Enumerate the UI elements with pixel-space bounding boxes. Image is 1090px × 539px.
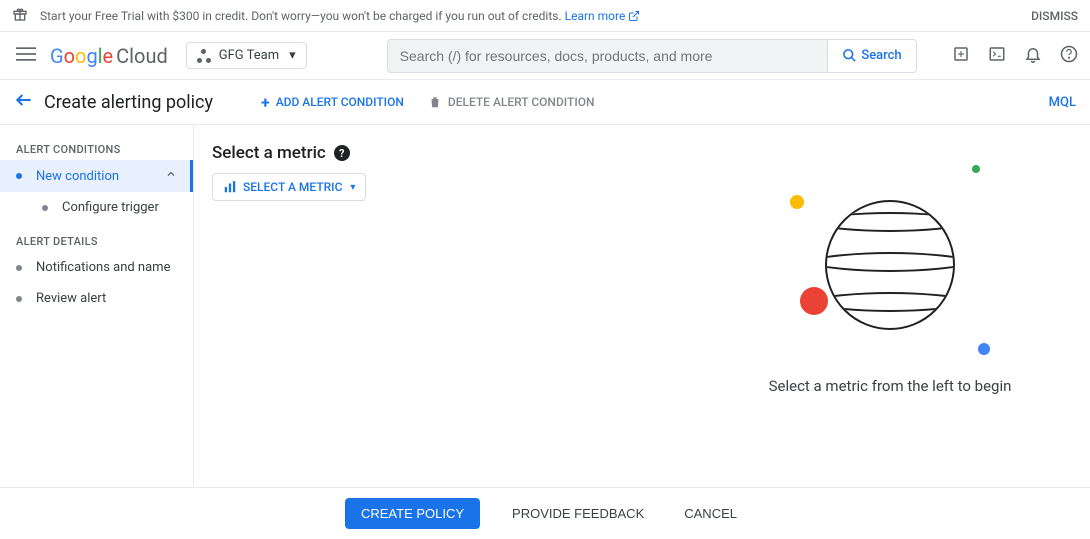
chevron-down-icon: ▾ bbox=[350, 182, 355, 193]
page-header: Create alerting policy + ADD ALERT CONDI… bbox=[0, 80, 1090, 125]
chevron-up-icon bbox=[165, 168, 177, 184]
page-title: Create alerting policy bbox=[44, 92, 213, 113]
footer-actions: CREATE POLICY PROVIDE FEEDBACK CANCEL bbox=[0, 487, 1090, 539]
sidebar-heading-details: ALERT DETAILS bbox=[0, 231, 193, 252]
delete-alert-condition-button[interactable]: DELETE ALERT CONDITION bbox=[428, 93, 595, 112]
bullet-icon bbox=[16, 173, 22, 179]
project-selector[interactable]: GFG Team ▾ bbox=[186, 42, 307, 69]
sidebar-item-new-condition[interactable]: New condition bbox=[0, 160, 193, 192]
provide-feedback-button[interactable]: PROVIDE FEEDBACK bbox=[504, 498, 652, 529]
team-icon bbox=[197, 49, 211, 63]
search-icon bbox=[842, 48, 857, 63]
trial-banner: Start your Free Trial with $300 in credi… bbox=[0, 0, 1090, 32]
notifications-icon[interactable] bbox=[1024, 45, 1042, 67]
trash-icon bbox=[428, 95, 442, 109]
trial-text: Start your Free Trial with $300 in credi… bbox=[40, 9, 562, 23]
bar-chart-icon bbox=[223, 180, 237, 194]
search-button[interactable]: Search bbox=[827, 39, 916, 73]
edit-icon[interactable] bbox=[952, 45, 970, 67]
bullet-icon bbox=[16, 265, 22, 271]
dismiss-button[interactable]: DISMISS bbox=[1031, 9, 1078, 23]
gift-icon bbox=[12, 6, 28, 25]
bullet-icon bbox=[42, 205, 48, 211]
main-content: Select a metric ? SELECT A METRIC ▾ bbox=[194, 125, 1090, 491]
shell-icon[interactable] bbox=[988, 45, 1006, 67]
top-bar: Google Cloud GFG Team ▾ Search bbox=[0, 32, 1090, 80]
team-name: GFG Team bbox=[219, 48, 279, 63]
learn-more-link[interactable]: Learn more bbox=[565, 9, 626, 23]
chevron-down-icon: ▾ bbox=[289, 48, 296, 63]
external-link-icon bbox=[628, 10, 640, 22]
empty-state: Select a metric from the left to begin bbox=[750, 165, 1030, 395]
bullet-icon bbox=[16, 296, 22, 302]
select-metric-button[interactable]: SELECT A METRIC ▾ bbox=[212, 173, 366, 201]
sidebar: ALERT CONDITIONS New condition Configure… bbox=[0, 125, 194, 491]
select-metric-heading: Select a metric ? bbox=[212, 143, 1090, 163]
help-icon[interactable] bbox=[1060, 45, 1078, 67]
back-arrow-icon[interactable] bbox=[14, 90, 44, 114]
mql-button[interactable]: MQL bbox=[1049, 95, 1076, 110]
create-policy-button[interactable]: CREATE POLICY bbox=[345, 498, 480, 529]
planet-illustration bbox=[790, 165, 990, 365]
empty-state-text: Select a metric from the left to begin bbox=[750, 377, 1030, 395]
add-alert-condition-button[interactable]: + ADD ALERT CONDITION bbox=[261, 93, 404, 112]
help-tooltip-icon[interactable]: ? bbox=[334, 145, 350, 161]
search-input[interactable] bbox=[387, 39, 828, 73]
google-cloud-logo[interactable]: Google Cloud bbox=[50, 44, 168, 68]
sidebar-item-review[interactable]: Review alert bbox=[0, 283, 193, 314]
plus-icon: + bbox=[261, 93, 270, 112]
sidebar-item-configure-trigger[interactable]: Configure trigger bbox=[0, 192, 193, 223]
menu-icon[interactable] bbox=[12, 40, 44, 72]
sidebar-item-notifications[interactable]: Notifications and name bbox=[0, 252, 193, 283]
cancel-button[interactable]: CANCEL bbox=[676, 498, 745, 529]
sidebar-heading-conditions: ALERT CONDITIONS bbox=[0, 139, 193, 160]
